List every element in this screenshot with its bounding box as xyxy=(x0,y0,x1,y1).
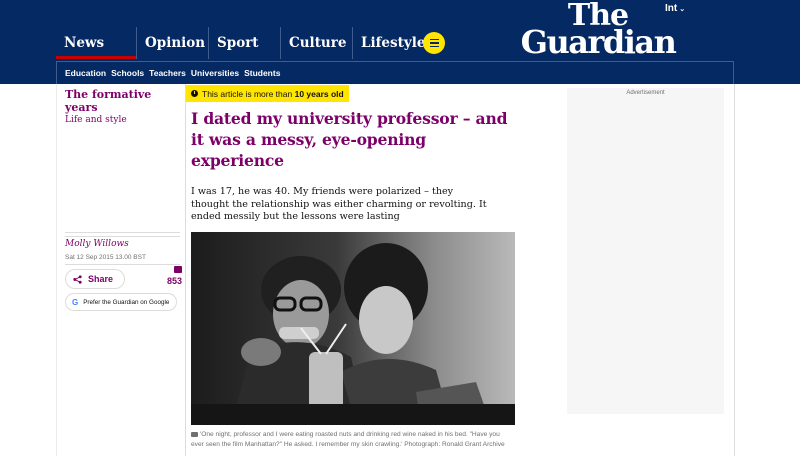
google-icon: G xyxy=(72,297,79,307)
advertisement-label: Advertisement xyxy=(626,90,665,96)
pillar-culture[interactable]: Culture xyxy=(280,27,352,59)
subnav-universities[interactable]: Universities xyxy=(191,68,239,78)
camera-icon xyxy=(191,431,198,437)
page-border-left xyxy=(56,84,57,456)
menu-button[interactable] xyxy=(423,32,445,54)
clock-icon xyxy=(191,90,198,97)
article-headline: I dated my university professor – and it… xyxy=(191,109,508,170)
pillar-nav: News Opinion Sport Culture Lifestyle xyxy=(56,27,425,59)
comment-count[interactable]: 853 xyxy=(160,266,182,286)
author-byline[interactable]: Molly Willows xyxy=(65,239,129,249)
column-divider xyxy=(185,84,186,456)
guardian-logo[interactable]: The Guardian xyxy=(512,0,684,59)
sub-navigation: Education Schools Teachers Universities … xyxy=(56,61,734,84)
meta-divider xyxy=(65,236,180,237)
meta-divider xyxy=(65,264,180,265)
meta-divider xyxy=(65,232,180,233)
article-standfirst: I was 17, he was 40. My friends were pol… xyxy=(191,186,487,222)
pillar-opinion[interactable]: Opinion xyxy=(136,27,208,59)
share-label: Share xyxy=(88,274,114,284)
main-photo[interactable] xyxy=(191,232,515,425)
hamburger-icon xyxy=(429,38,439,41)
masthead: Int ⌄ The Guardian News Opinion Sport Cu… xyxy=(0,0,800,84)
article-meta-top: The formative years Life and style xyxy=(65,88,180,125)
article-age-notice: This article is more than 10 years old xyxy=(186,85,349,102)
share-button[interactable]: Share xyxy=(65,269,125,289)
prefer-label: Prefer the Guardian on Google xyxy=(83,298,170,306)
share-icon xyxy=(73,274,82,284)
publish-date: Sat 12 Sep 2015 13.00 BST xyxy=(65,254,146,261)
prefer-on-google-button[interactable]: G Prefer the Guardian on Google xyxy=(65,293,177,311)
pillar-lifestyle[interactable]: Lifestyle xyxy=(352,27,425,59)
pillar-sport[interactable]: Sport xyxy=(208,27,280,59)
series-title[interactable]: The formative years xyxy=(65,88,180,114)
advertisement-slot[interactable]: Advertisement xyxy=(567,88,724,414)
comment-icon xyxy=(174,266,182,273)
page-border-right xyxy=(734,84,735,456)
caption-text: 'One night, professor and I were eating … xyxy=(191,431,505,448)
photo-caption: 'One night, professor and I were eating … xyxy=(191,430,511,449)
photo-illustration xyxy=(191,232,515,425)
pillar-news[interactable]: News xyxy=(56,27,136,59)
section-label[interactable]: Life and style xyxy=(65,115,180,125)
subnav-students[interactable]: Students xyxy=(244,68,280,78)
subnav-education[interactable]: Education xyxy=(65,68,106,78)
subnav-schools[interactable]: Schools xyxy=(111,68,144,78)
comment-count-value: 853 xyxy=(166,276,182,286)
subnav-teachers[interactable]: Teachers xyxy=(149,68,186,78)
age-notice-text: This article is more than 10 years old xyxy=(202,88,344,99)
